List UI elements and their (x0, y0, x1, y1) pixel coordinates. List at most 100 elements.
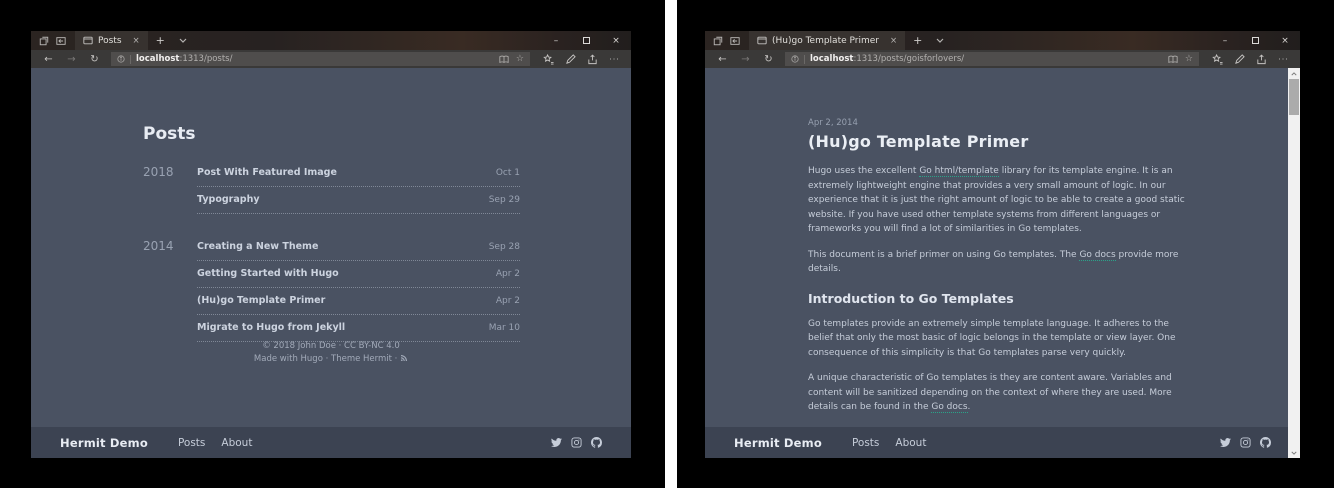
maximize-button[interactable] (571, 31, 601, 50)
refresh-button[interactable]: ↻ (84, 54, 105, 65)
forward-button[interactable]: → (61, 54, 82, 65)
post-link[interactable]: Creating a New Theme (197, 241, 318, 252)
minimize-button[interactable]: – (541, 31, 571, 50)
article-paragraph: Go templates provide an extremely simple… (808, 317, 1186, 361)
set-tabs-aside-icon[interactable] (39, 36, 49, 46)
new-tab-button[interactable]: + (905, 31, 930, 50)
tab-title: Posts (98, 36, 122, 46)
maximize-icon (583, 37, 590, 44)
set-aside-icons[interactable] (705, 31, 749, 50)
scrollbar[interactable] (1288, 68, 1300, 458)
page-favicon-icon (757, 36, 767, 45)
set-aside-icons[interactable] (31, 31, 75, 50)
tabs-set-aside-icon[interactable] (730, 36, 740, 46)
new-tab-button[interactable]: + (148, 31, 173, 50)
post-date: Apr 2 (496, 296, 520, 306)
social-links (1220, 437, 1271, 448)
address-bar[interactable]: localhost:1313/posts/ ☆ (111, 52, 530, 66)
github-icon[interactable] (591, 437, 602, 448)
hub-icon[interactable] (1208, 54, 1227, 65)
post-date: Apr 2 (496, 269, 520, 279)
post-row: Creating a New Theme Sep 28 (197, 234, 520, 261)
site-brand-link[interactable]: Hermit Demo (60, 436, 148, 450)
made-with-line: Made with Hugo · Theme Hermit · (31, 353, 631, 366)
more-options-icon[interactable]: ··· (1274, 55, 1293, 64)
group-year: 2014 (143, 234, 197, 342)
tab-bar: (Hu)go Template Primer × + – × (705, 31, 1300, 50)
favorites-star-icon[interactable]: ☆ (1185, 54, 1193, 64)
post-link[interactable]: Typography (197, 194, 260, 205)
reading-view-icon[interactable] (1168, 55, 1178, 64)
url-path: :1313/posts/goisforlovers/ (853, 54, 964, 64)
tab-close-button[interactable]: × (890, 36, 897, 46)
go-docs-link[interactable]: Go docs (931, 402, 967, 413)
post-link[interactable]: Migrate to Hugo from Jekyll (197, 322, 345, 333)
post-row: (Hu)go Template Primer Apr 2 (197, 288, 520, 315)
site-info-icon[interactable] (791, 55, 799, 63)
back-button[interactable]: ← (38, 54, 59, 65)
web-note-pen-icon[interactable] (1230, 54, 1249, 65)
nav-about-link[interactable]: About (221, 437, 252, 449)
site-info-icon[interactable] (117, 55, 125, 63)
more-options-icon[interactable]: ··· (605, 55, 624, 64)
url-host: localhost (136, 54, 179, 64)
back-button[interactable]: ← (712, 54, 733, 65)
scrollbar-thumb[interactable] (1289, 79, 1299, 115)
nav-posts-link[interactable]: Posts (178, 437, 205, 449)
share-icon[interactable] (1252, 54, 1271, 65)
tab-posts[interactable]: Posts × (75, 31, 148, 50)
address-bar-actions: ☆ (1168, 54, 1193, 64)
article-paragraph: This document is a brief primer on using… (808, 248, 1186, 277)
go-docs-link[interactable]: Go docs (1079, 250, 1115, 261)
article-paragraph: A unique characteristic of Go templates … (808, 371, 1186, 415)
twitter-icon[interactable] (551, 437, 562, 448)
hub-icon[interactable] (539, 54, 558, 65)
forward-button[interactable]: → (735, 54, 756, 65)
maximize-icon (1252, 37, 1259, 44)
tab-template-primer[interactable]: (Hu)go Template Primer × (749, 31, 905, 50)
article-page: Apr 2, 2014 (Hu)go Template Primer Hugo … (705, 68, 1300, 427)
refresh-button[interactable]: ↻ (758, 54, 779, 65)
github-icon[interactable] (1260, 437, 1271, 448)
html-template-link[interactable]: Go html/template (919, 166, 999, 177)
copyright-line: © 2018 John Doe · CC BY-NC 4.0 (31, 340, 631, 353)
rss-icon[interactable] (400, 354, 408, 364)
site-bottom-bar: Hermit Demo Posts About (705, 427, 1300, 458)
minimize-button[interactable]: – (1210, 31, 1240, 50)
maximize-button[interactable] (1240, 31, 1270, 50)
nav-posts-link[interactable]: Posts (852, 437, 879, 449)
tab-close-button[interactable]: × (133, 36, 140, 46)
reading-view-icon[interactable] (499, 55, 509, 64)
page-viewport: Posts 2018 Post With Featured Image Oct … (31, 68, 631, 458)
page-viewport: Apr 2, 2014 (Hu)go Template Primer Hugo … (705, 68, 1300, 458)
post-row: Getting Started with Hugo Apr 2 (197, 261, 520, 288)
scroll-up-icon[interactable] (1288, 68, 1300, 79)
tab-bar: Posts × + – × (31, 31, 631, 50)
web-note-pen-icon[interactable] (561, 54, 580, 65)
set-tabs-aside-icon[interactable] (713, 36, 723, 46)
window-controls: – × (1210, 31, 1300, 50)
instagram-icon[interactable] (571, 437, 582, 448)
post-date: Sep 29 (489, 195, 520, 205)
share-icon[interactable] (583, 54, 602, 65)
scroll-down-icon[interactable] (1288, 447, 1300, 458)
navigation-toolbar: ← → ↻ localhost:1313/posts/ ☆ ··· (31, 50, 631, 68)
address-bar[interactable]: localhost:1313/posts/goisforlovers/ ☆ (785, 52, 1199, 66)
browser-window-posts: Posts × + – × ← → ↻ localhost:1313/posts… (31, 31, 631, 458)
close-button[interactable]: × (1270, 31, 1300, 50)
twitter-icon[interactable] (1220, 437, 1231, 448)
instagram-icon[interactable] (1240, 437, 1251, 448)
post-link[interactable]: (Hu)go Template Primer (197, 295, 325, 306)
post-link[interactable]: Getting Started with Hugo (197, 268, 339, 279)
url-path: :1313/posts/ (179, 54, 232, 64)
site-brand-link[interactable]: Hermit Demo (734, 436, 822, 450)
screenshot-frame-right: (Hu)go Template Primer × + – × ← → ↻ loc… (677, 0, 1334, 488)
favorites-star-icon[interactable]: ☆ (516, 54, 524, 64)
tab-preview-chevron-icon[interactable] (930, 31, 950, 50)
nav-about-link[interactable]: About (895, 437, 926, 449)
close-button[interactable]: × (601, 31, 631, 50)
post-link[interactable]: Post With Featured Image (197, 167, 337, 178)
tab-preview-chevron-icon[interactable] (173, 31, 193, 50)
tabs-set-aside-icon[interactable] (56, 36, 66, 46)
address-bar-actions: ☆ (499, 54, 524, 64)
